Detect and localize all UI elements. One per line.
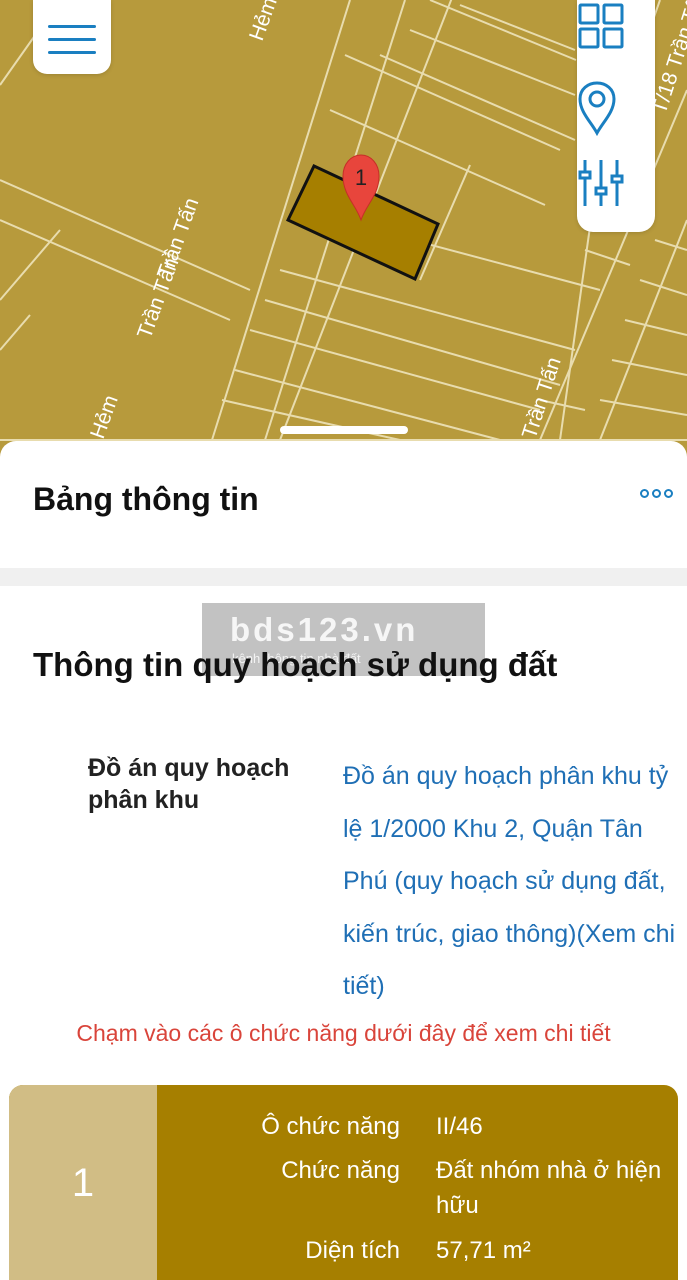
more-options-icon[interactable] bbox=[640, 489, 673, 498]
marker-label: 1 bbox=[355, 165, 367, 190]
function-cell-label: Ô chức năng bbox=[261, 1113, 400, 1140]
location-pin-icon bbox=[578, 81, 616, 136]
hamburger-line bbox=[48, 50, 96, 54]
street-label-hem-top: Hẻm bbox=[245, 0, 282, 44]
info-panel-header: Bảng thông tin bbox=[0, 441, 687, 557]
function-cell-number-box: 1 bbox=[9, 1085, 157, 1280]
layers-button[interactable] bbox=[577, 2, 655, 72]
menu-button[interactable] bbox=[33, 0, 111, 74]
hamburger-line bbox=[48, 37, 96, 41]
function-cell-number: 1 bbox=[71, 1161, 95, 1205]
drag-handle[interactable] bbox=[280, 426, 408, 434]
function-cell-value: II/46 bbox=[436, 1113, 483, 1140]
info-panel-title: Bảng thông tin bbox=[33, 481, 259, 517]
section-divider bbox=[0, 568, 687, 586]
instruction-hint: Chạm vào các ô chức năng dưới đây để xem… bbox=[76, 1020, 611, 1046]
plan-label: Đồ án quy hoạch phân khu bbox=[88, 754, 290, 814]
area-value: 57,71 m² bbox=[436, 1237, 531, 1264]
street-label-hem-bottom: Hẻm bbox=[86, 392, 123, 442]
area-label: Diện tích bbox=[305, 1237, 400, 1264]
function-cell-card[interactable]: 1 Ô chức năng II/46 Chức năng Đất nhóm n… bbox=[9, 1085, 678, 1280]
grid-layers-icon bbox=[578, 3, 624, 49]
filter-button[interactable] bbox=[577, 158, 655, 228]
function-label: Chức năng bbox=[281, 1157, 400, 1184]
land-use-section-title: Thông tin quy hoạch sử dụng đất bbox=[33, 646, 558, 683]
map-tools-panel bbox=[577, 0, 655, 232]
watermark-text: bds123.vn bbox=[230, 611, 419, 648]
street-label-tran-tan-2: Trần Tấn bbox=[153, 195, 203, 282]
location-button[interactable] bbox=[577, 80, 655, 150]
map-view[interactable]: Hẻm Trần Tấn Hẻm Trần Tấn Trần Tấn T/18 … bbox=[0, 0, 687, 470]
hamburger-menu-icon bbox=[48, 24, 96, 28]
dot bbox=[652, 489, 661, 498]
dot bbox=[664, 489, 673, 498]
sliders-filter-icon bbox=[578, 160, 624, 206]
dot bbox=[640, 489, 649, 498]
plan-detail-link[interactable]: Đồ án quy hoạch phân khu tỷ lệ 1/2000 Kh… bbox=[343, 750, 683, 1013]
function-value: Đất nhóm nhà ở hiện hữu bbox=[436, 1157, 662, 1219]
